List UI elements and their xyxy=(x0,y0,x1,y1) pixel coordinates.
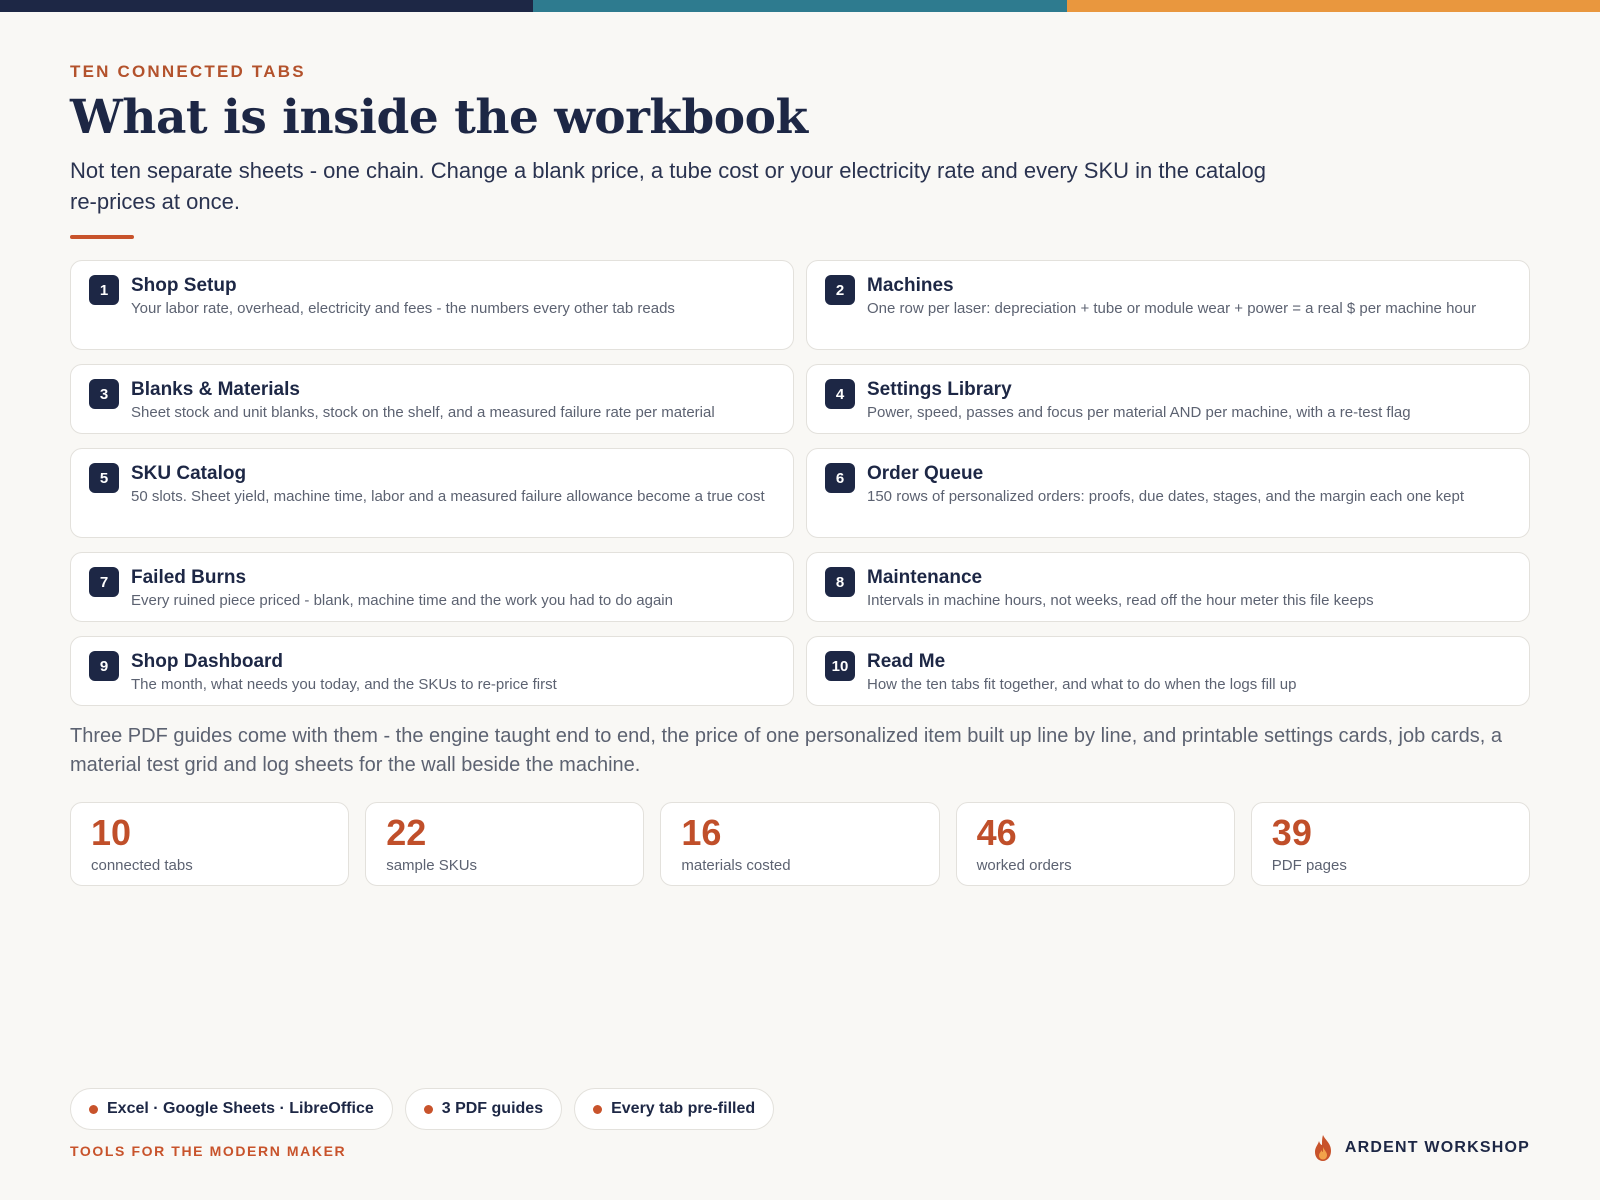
tab-card-sku-catalog: 5 SKU Catalog 50 slots. Sheet yield, mac… xyxy=(70,448,794,538)
top-bar-teal-segment xyxy=(533,0,1067,12)
tab-number-badge: 8 xyxy=(825,567,855,597)
page-header: TEN CONNECTED TABS What is inside the wo… xyxy=(70,62,1530,239)
tab-number-badge: 3 xyxy=(89,379,119,409)
tab-card-title: Blanks & Materials xyxy=(131,379,300,400)
stat-label: PDF pages xyxy=(1271,857,1347,874)
stat-label: worked orders xyxy=(976,857,1072,874)
top-bar-orange-segment xyxy=(1066,0,1600,12)
tab-card-description: The month, what needs you today, and the… xyxy=(131,676,557,693)
footer-tagline: TOOLS FOR THE MODERN MAKER xyxy=(70,1143,347,1159)
tab-card-title: Failed Burns xyxy=(131,567,247,588)
tab-number-badge: 7 xyxy=(89,567,119,597)
stat-label: sample SKUs xyxy=(386,857,478,874)
eyebrow-label: TEN CONNECTED TABS xyxy=(70,62,306,81)
tab-number-badge: 1 xyxy=(89,275,119,305)
tab-number-badge: 2 xyxy=(825,275,855,305)
tab-card-description: 50 slots. Sheet yield, machine time, lab… xyxy=(131,488,765,505)
tab-number-badge: 6 xyxy=(825,463,855,493)
stat-card: 16 materials costed xyxy=(660,802,940,886)
tab-card-title: Machines xyxy=(867,275,954,296)
bullet-dot-icon xyxy=(593,1104,603,1114)
tab-card-shop-setup: 1 Shop Setup Your labor rate, overhead, … xyxy=(70,260,794,350)
tab-number-badge: 10 xyxy=(825,651,855,681)
brand-name: ARDENT WORKSHOP xyxy=(1344,1139,1530,1156)
tab-card-description: 150 rows of personalized orders: proofs,… xyxy=(867,488,1465,505)
stat-label: connected tabs xyxy=(91,857,193,874)
stat-card: 46 worked orders xyxy=(955,802,1235,886)
feature-pill-formats: Excel · Google Sheets · LibreOffice xyxy=(70,1088,393,1130)
tab-card-description: How the ten tabs fit together, and what … xyxy=(867,676,1297,693)
tab-card-title: SKU Catalog xyxy=(131,463,247,484)
tab-card-description: Every ruined piece priced - blank, machi… xyxy=(131,592,673,609)
tab-card-blanks-materials: 3 Blanks & Materials Sheet stock and uni… xyxy=(70,364,794,434)
tab-card-title: Shop Setup xyxy=(131,275,237,296)
tab-card-failed-burns: 7 Failed Burns Every ruined piece priced… xyxy=(70,552,794,622)
tab-card-description: Your labor rate, overhead, electricity a… xyxy=(131,300,675,317)
tab-card-shop-dashboard: 9 Shop Dashboard The month, what needs y… xyxy=(70,636,794,706)
tab-card-read-me: 10 Read Me How the ten tabs fit together… xyxy=(806,636,1530,706)
tab-number-badge: 9 xyxy=(89,651,119,681)
stats-row: 10 connected tabs 22 sample SKUs 16 mate… xyxy=(70,802,1530,886)
stat-label: materials costed xyxy=(681,857,791,874)
flame-icon xyxy=(1314,1135,1331,1161)
feature-pill-prefilled: Every tab pre-filled xyxy=(574,1088,775,1130)
accent-rule xyxy=(70,235,134,239)
tab-card-title: Order Queue xyxy=(867,463,984,484)
pdf-guides-paragraph: Three PDF guides come with them - the en… xyxy=(70,725,1502,776)
tab-card-description: Intervals in machine hours, not weeks, r… xyxy=(867,592,1374,609)
brand-logo: ARDENT WORKSHOP xyxy=(1311,1134,1530,1162)
bullet-dot-icon xyxy=(89,1104,98,1114)
tab-card-description: One row per laser: depreciation + tube o… xyxy=(867,300,1477,317)
stat-card: 22 sample SKUs xyxy=(365,802,645,886)
tab-card-maintenance: 8 Maintenance Intervals in machine hours… xyxy=(806,552,1530,622)
tab-card-description: Sheet stock and unit blanks, stock on th… xyxy=(131,404,715,421)
page-subtitle: Not ten separate sheets - one chain. Cha… xyxy=(70,158,1267,214)
stat-value: 39 xyxy=(1271,812,1312,853)
feature-pill-label: Every tab pre-filled xyxy=(611,1100,756,1117)
stat-value: 16 xyxy=(681,812,722,853)
stat-value: 10 xyxy=(91,812,132,853)
stat-card: 39 PDF pages xyxy=(1250,802,1530,886)
stat-card: 10 connected tabs xyxy=(70,802,350,886)
stat-value: 46 xyxy=(976,812,1017,853)
top-bar-navy-segment xyxy=(0,0,534,12)
feature-pill-label: Excel · Google Sheets · LibreOffice xyxy=(107,1100,374,1117)
stat-value: 22 xyxy=(386,812,427,853)
top-color-bar xyxy=(0,0,1600,12)
feature-pill-label: 3 PDF guides xyxy=(441,1100,544,1117)
feature-pill-pdf-guides: 3 PDF guides xyxy=(404,1088,563,1130)
tab-card-order-queue: 6 Order Queue 150 rows of personalized o… xyxy=(806,448,1530,538)
page-title: What is inside the workbook xyxy=(70,90,808,145)
tab-card-title: Read Me xyxy=(867,651,946,672)
tab-card-title: Settings Library xyxy=(867,379,1012,400)
tab-card-title: Shop Dashboard xyxy=(131,651,284,672)
tab-card-description: Power, speed, passes and focus per mater… xyxy=(867,404,1411,421)
bullet-dot-icon xyxy=(423,1104,433,1114)
tab-card-settings-library: 4 Settings Library Power, speed, passes … xyxy=(806,364,1530,434)
feature-pills: Excel · Google Sheets · LibreOffice 3 PD… xyxy=(70,1088,775,1130)
tab-card-title: Maintenance xyxy=(867,567,983,588)
tab-number-badge: 5 xyxy=(89,463,119,493)
tab-card-machines: 2 Machines One row per laser: depreciati… xyxy=(806,260,1530,350)
tabs-grid: 1 Shop Setup Your labor rate, overhead, … xyxy=(70,260,1530,720)
tab-number-badge: 4 xyxy=(825,379,855,409)
